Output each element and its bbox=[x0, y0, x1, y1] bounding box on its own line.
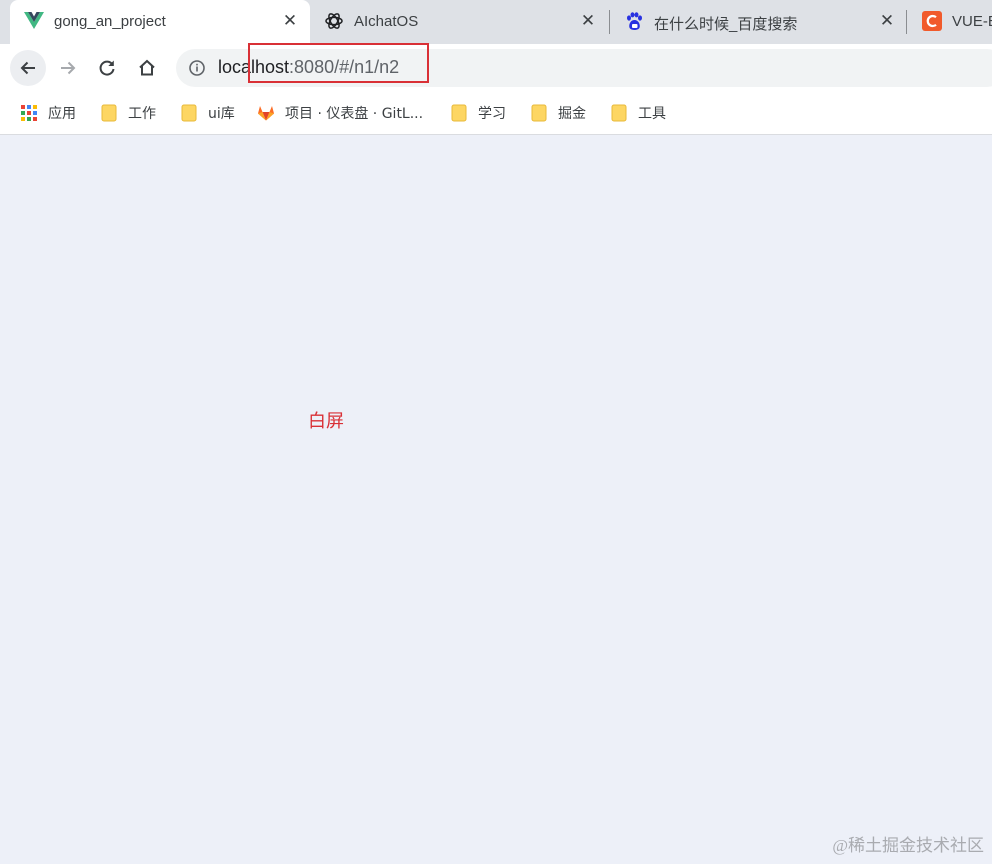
bookmark-label: ui库 bbox=[208, 106, 235, 122]
bookmarks-bar: 应用 工作 ui库 项目 · 仪表盘 · GitL... 学习 掘金 工具 bbox=[0, 92, 992, 135]
bookmark-study[interactable]: 学习 bbox=[450, 102, 506, 124]
gitlab-icon bbox=[257, 104, 275, 122]
apps-grid-icon bbox=[20, 104, 38, 122]
folder-icon bbox=[450, 104, 468, 122]
close-tab-icon[interactable]: ✕ bbox=[877, 11, 897, 31]
openai-logo-icon bbox=[324, 11, 344, 31]
url-text[interactable]: localhost:8080/#/n1/n2 bbox=[218, 57, 399, 78]
bookmark-label: 掘金 bbox=[558, 106, 586, 122]
tab-aichatos[interactable]: AIchatOS ✕ bbox=[310, 0, 608, 44]
watermark: @稀土掘金技术社区 bbox=[832, 836, 984, 855]
bookmark-juejin[interactable]: 掘金 bbox=[530, 102, 586, 124]
bookmark-tools[interactable]: 工具 bbox=[610, 102, 666, 124]
url-path: :8080/#/n1/n2 bbox=[289, 57, 400, 77]
tab-title: 在什么时候_百度搜索 bbox=[654, 16, 798, 33]
browser-toolbar: localhost:8080/#/n1/n2 bbox=[0, 44, 992, 92]
arrow-right-icon bbox=[61, 61, 76, 75]
c-logo-icon bbox=[922, 11, 942, 31]
bookmark-label: 工具 bbox=[638, 106, 666, 122]
tab-strip: gong_an_project ✕ AIchatOS ✕ 在什么时候_百度搜索 … bbox=[0, 0, 992, 44]
close-tab-icon[interactable]: ✕ bbox=[578, 11, 598, 31]
bookmark-label: 项目 · 仪表盘 · GitL... bbox=[285, 106, 424, 122]
bookmark-work[interactable]: 工作 bbox=[100, 102, 156, 124]
tab-gong-an-project[interactable]: gong_an_project ✕ bbox=[10, 0, 310, 44]
blank-screen-annotation: 白屏 bbox=[308, 411, 344, 432]
bookmark-ui-lib[interactable]: ui库 bbox=[180, 102, 235, 124]
folder-icon bbox=[180, 104, 198, 122]
url-host: localhost bbox=[218, 57, 290, 77]
bookmark-gitlab[interactable]: 项目 · 仪表盘 · GitL... bbox=[257, 102, 423, 124]
info-icon[interactable] bbox=[188, 59, 206, 77]
tab-baidu-search[interactable]: 在什么时候_百度搜索 ✕ bbox=[610, 0, 906, 44]
tab-title: AIchatOS bbox=[354, 13, 419, 30]
browser-window: gong_an_project ✕ AIchatOS ✕ 在什么时候_百度搜索 … bbox=[0, 0, 992, 864]
folder-icon bbox=[100, 104, 118, 122]
reload-button[interactable] bbox=[89, 50, 125, 86]
page-content: 白屏 @稀土掘金技术社区 bbox=[0, 136, 992, 864]
arrow-left-icon bbox=[20, 61, 35, 75]
vue-logo-icon bbox=[24, 11, 44, 31]
address-bar[interactable]: localhost:8080/#/n1/n2 bbox=[176, 49, 992, 87]
baidu-paw-icon bbox=[624, 11, 644, 31]
bookmark-label: 工作 bbox=[128, 106, 156, 122]
folder-icon bbox=[530, 104, 548, 122]
home-icon bbox=[139, 59, 155, 76]
forward-button[interactable] bbox=[50, 50, 86, 86]
tab-title: gong_an_project bbox=[54, 13, 166, 30]
tab-separator bbox=[906, 10, 907, 34]
tab-title: VUE-E bbox=[952, 13, 992, 30]
home-button[interactable] bbox=[129, 50, 165, 86]
bookmark-label: 学习 bbox=[478, 106, 506, 122]
bookmark-label: 应用 bbox=[48, 106, 76, 122]
tab-vue-e[interactable]: VUE-E bbox=[908, 0, 992, 44]
back-button[interactable] bbox=[10, 50, 46, 86]
folder-icon bbox=[610, 104, 628, 122]
close-tab-icon[interactable]: ✕ bbox=[280, 11, 300, 31]
reload-icon bbox=[99, 60, 115, 76]
bookmark-apps[interactable]: 应用 bbox=[20, 102, 76, 124]
